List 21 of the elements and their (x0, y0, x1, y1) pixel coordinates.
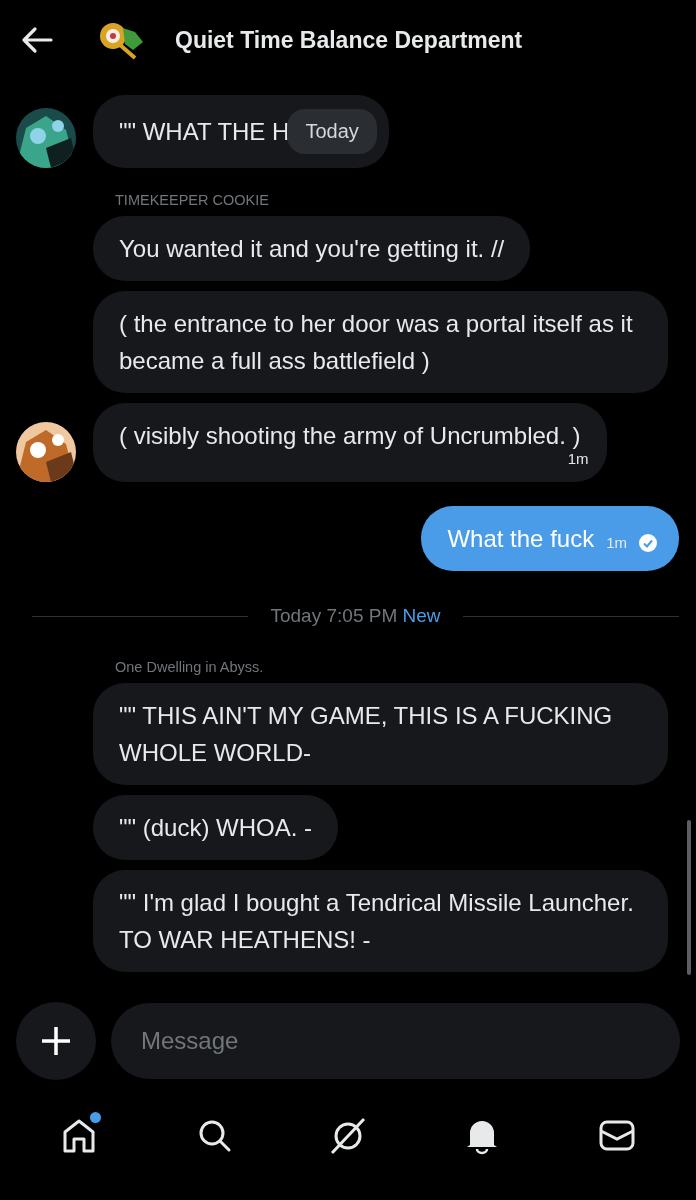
sender-name: One Dwelling in Abyss. (115, 659, 264, 675)
back-arrow-icon[interactable] (21, 26, 53, 54)
message-field[interactable]: Message (111, 1003, 680, 1079)
message-text: You wanted it and you're getting it. // (119, 234, 505, 264)
plus-icon (40, 1025, 72, 1057)
message-text: What the fuck (447, 524, 595, 554)
message-text: "" WHAT THE H (119, 117, 290, 147)
message-time: 1m (606, 533, 627, 552)
message-text: "" I'm glad I bought a Tendrical Missile Launcher. TO WAR HEATHENS! - (119, 888, 635, 955)
sender-name: TIMEKEEPER COOKIE (115, 192, 269, 208)
slashed-circle-icon[interactable] (329, 1117, 366, 1155)
message-time: 1m (566, 450, 589, 468)
chat-title: Quiet Time Balance Department (175, 26, 523, 54)
message-text: "" (duck) WHOA. - (119, 813, 313, 843)
date-separator: Today 7:05 PM New (270, 605, 441, 627)
scrollbar[interactable] (687, 820, 691, 975)
home-icon[interactable] (61, 1117, 98, 1155)
message-text: "" THIS AIN'T MY GAME, THIS IS A FUCKING WHOLE WORLD- (119, 701, 614, 768)
message-text: ( visibly shooting the army of Uncrumbled. ) (119, 421, 581, 451)
date-label: Today (287, 109, 377, 154)
message-text: ( the entrance to her door was a portal itself as it became a full ass battlefield ) (119, 309, 634, 376)
